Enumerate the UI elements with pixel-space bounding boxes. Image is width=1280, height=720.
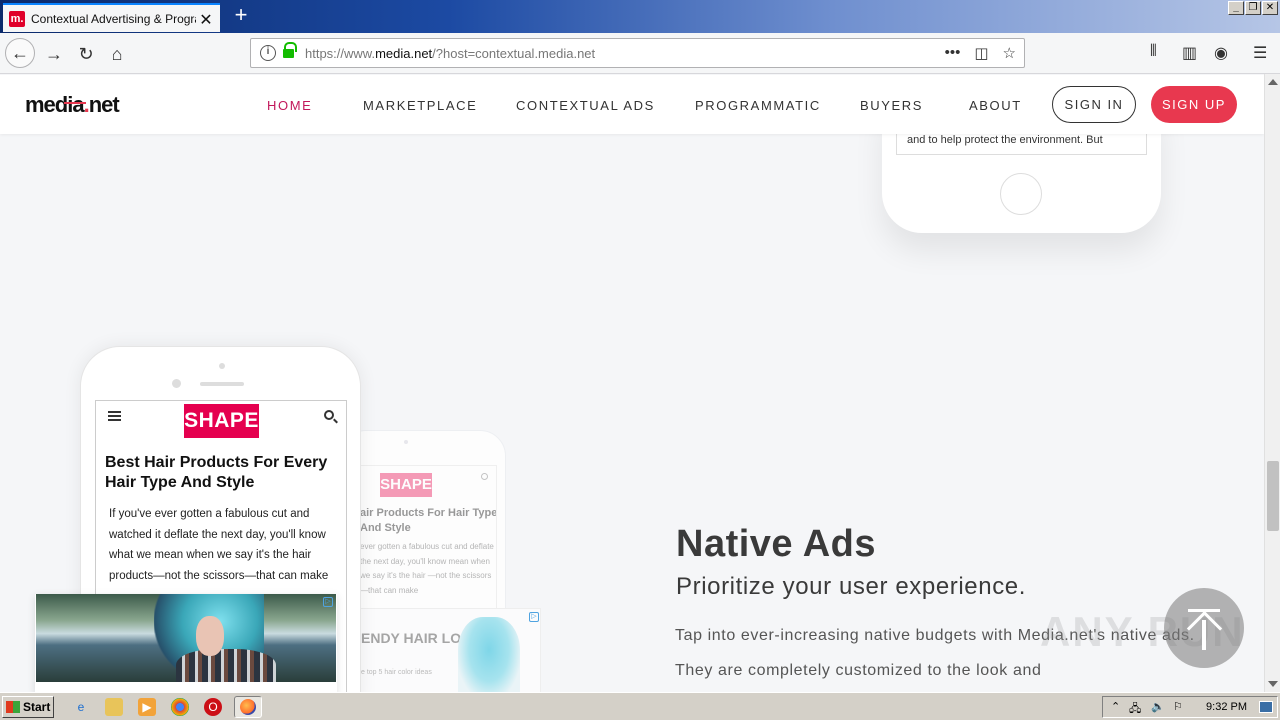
web-page: and to help protect the environment. But… <box>0 75 1264 692</box>
nav-about[interactable]: ABOUT <box>969 98 1022 113</box>
ad-subtitle: e top 5 hair color ideas <box>361 669 432 676</box>
chrome-icon[interactable] <box>171 698 189 716</box>
windows-taskbar: Start e ▶ O ⌃ 🖧 🔈 ⚐ 9:32 PM <box>0 692 1280 720</box>
search-icon <box>481 473 488 480</box>
media-player-icon[interactable]: ▶ <box>138 698 156 716</box>
search-icon <box>324 410 334 420</box>
phone-camera <box>172 379 181 388</box>
native-ad-card: ▷ <box>35 594 337 692</box>
tab-close-icon[interactable]: ✕ <box>198 10 214 30</box>
scroll-up-arrow-icon[interactable] <box>1268 79 1278 85</box>
shape-logo: SHAPE <box>184 404 259 438</box>
site-header: media.net HOME MARKETPLACE CONTEXTUAL AD… <box>0 75 1264 134</box>
vertical-scrollbar[interactable] <box>1264 74 1280 692</box>
flag-icon[interactable]: ⚐ <box>1173 700 1183 713</box>
system-tray: ⌃ 🖧 🔈 ⚐ 9:32 PM <box>1102 696 1278 718</box>
scrollbar-thumb[interactable] <box>1267 461 1279 531</box>
nav-buyers[interactable]: BUYERS <box>860 98 923 113</box>
reload-button[interactable]: ↻ <box>72 40 100 68</box>
bookmark-star-icon[interactable]: ☆ <box>1003 44 1016 62</box>
article-body: ever gotten a fabulous cut and deflate t… <box>360 542 494 595</box>
logo-underline <box>64 102 86 104</box>
internet-explorer-icon[interactable]: e <box>72 698 90 716</box>
start-button[interactable]: Start <box>2 696 54 718</box>
phone-text: and to help protect the environment. But <box>907 134 1103 146</box>
phone-speaker <box>200 382 244 386</box>
firefox-taskbar-button[interactable] <box>234 696 262 718</box>
browser-toolbar: ← → ↻ ⌂ i https://www.media.net/?host=co… <box>0 33 1280 74</box>
native-ad-card-faded: ENDY HAIR LOR IDEAS e top 5 hair color i… <box>352 608 541 692</box>
shape-logo: SHAPE <box>380 473 432 497</box>
sign-in-button[interactable]: SIGN IN <box>1052 86 1136 123</box>
adchoices-icon: ▷ <box>529 612 539 622</box>
sidebar-icon[interactable]: ▥ <box>1182 43 1197 63</box>
article-title: Best Hair Products For Every Hair Type A… <box>105 454 328 491</box>
section-subtitle: Prioritize your user experience. <box>676 573 1027 600</box>
ad-image <box>36 594 336 682</box>
browser-tab[interactable]: m. Contextual Advertising & Programmatic… <box>3 3 220 32</box>
back-button[interactable]: ← <box>5 38 35 68</box>
restore-button[interactable]: ❐ <box>1245 1 1261 15</box>
nav-marketplace[interactable]: MARKETPLACE <box>363 98 477 113</box>
browser-tab-strip: m. Contextual Advertising & Programmatic… <box>0 0 1280 33</box>
article-title: air Products For Hair Type And Style <box>360 507 497 534</box>
menu-icon[interactable]: ☰ <box>1253 43 1267 63</box>
pocket-icon[interactable]: ◫ <box>974 44 988 62</box>
scroll-down-arrow-icon[interactable] <box>1268 681 1278 687</box>
phone-sensor <box>404 440 408 444</box>
new-tab-button[interactable]: + <box>228 4 254 28</box>
volume-icon[interactable]: 🔈 <box>1151 700 1165 713</box>
phone-home-button <box>1000 173 1042 215</box>
account-icon[interactable]: ◉ <box>1214 43 1228 63</box>
url-text[interactable]: https://www.media.net/?host=contextual.m… <box>305 46 595 61</box>
lock-icon <box>283 42 297 59</box>
media-net-logo[interactable]: media.net <box>25 92 120 118</box>
tab-title: Contextual Advertising & Programmatic <box>31 11 196 26</box>
site-info-icon[interactable]: i <box>260 45 276 61</box>
firefox-icon <box>240 699 256 715</box>
tray-expand-icon[interactable]: ⌃ <box>1111 700 1120 713</box>
forward-button[interactable]: → <box>40 40 68 68</box>
minimize-button[interactable]: _ <box>1228 1 1244 15</box>
nav-home[interactable]: HOME <box>267 98 312 113</box>
adchoices-icon: ▷ <box>323 597 333 607</box>
clock[interactable]: 9:32 PM <box>1206 701 1247 713</box>
url-bar[interactable]: i https://www.media.net/?host=contextual… <box>250 38 1025 68</box>
article-body: If you've ever gotten a fabulous cut and… <box>109 508 329 582</box>
tab-favicon-icon: m. <box>9 10 25 27</box>
folder-icon[interactable] <box>105 698 123 716</box>
nav-programmatic[interactable]: PROGRAMMATIC <box>695 98 821 113</box>
show-desktop-icon[interactable] <box>1259 701 1273 713</box>
section-title: Native Ads <box>676 523 876 565</box>
hamburger-menu-icon <box>108 411 121 423</box>
opera-icon[interactable]: O <box>204 698 222 716</box>
home-button[interactable]: ⌂ <box>103 40 131 68</box>
page-actions-icon[interactable]: ••• <box>945 44 961 62</box>
scroll-to-top-arrow-icon <box>1202 620 1206 650</box>
nav-contextual-ads[interactable]: CONTEXTUAL ADS <box>516 98 655 113</box>
sign-up-button[interactable]: SIGN UP <box>1151 86 1237 123</box>
network-icon[interactable]: 🖧 <box>1129 700 1141 719</box>
library-icon[interactable]: ⫴ <box>1150 43 1157 61</box>
windows-flag-icon <box>6 701 20 713</box>
phone-sensor <box>219 363 225 369</box>
ad-image <box>458 617 520 692</box>
close-window-button[interactable]: ✕ <box>1262 1 1278 15</box>
